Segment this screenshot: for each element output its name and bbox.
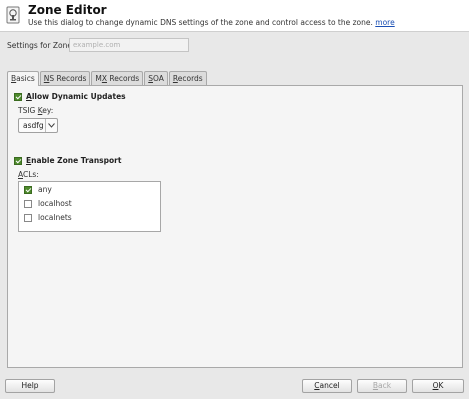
acl-item-localhost[interactable]: localhost [24, 199, 72, 208]
checkbox-icon [24, 185, 32, 194]
back-button[interactable]: Back [357, 379, 407, 393]
allow-dynamic-updates-checkbox[interactable]: Allow Dynamic Updates [14, 92, 126, 101]
help-button[interactable]: Help [5, 379, 55, 393]
checkbox-icon [14, 92, 22, 101]
allow-dynamic-updates-label: Allow Dynamic Updates [26, 92, 126, 101]
settings-for-zone-label: Settings for Zone [7, 41, 72, 50]
tab-soa[interactable]: SOA [144, 71, 168, 85]
cancel-button[interactable]: Cancel [302, 379, 352, 393]
tsig-key-value: asdfg [23, 121, 44, 130]
acl-item-any[interactable]: any [24, 185, 52, 194]
tsig-key-select[interactable]: asdfg [18, 118, 58, 133]
zone-name-input[interactable] [69, 38, 189, 52]
tab-basics[interactable]: Basics [7, 71, 39, 86]
tab-ns-records[interactable]: NS Records [39, 71, 91, 85]
tsig-key-label: TSIG Key: [18, 106, 54, 115]
checkbox-icon [24, 199, 32, 208]
enable-zone-transport-label: Enable Zone Transport [26, 156, 122, 165]
checkbox-icon [24, 213, 32, 222]
more-link[interactable]: more [375, 18, 394, 27]
tab-mx-records[interactable]: MX Records [91, 71, 144, 85]
tab-bar: Basics NS Records MX Records SOA Records [7, 71, 208, 86]
dns-zone-icon [6, 6, 20, 24]
acls-label: ACLs: [18, 170, 39, 179]
acl-item-localnets[interactable]: localnets [24, 213, 72, 222]
enable-zone-transport-checkbox[interactable]: Enable Zone Transport [14, 156, 121, 165]
checkbox-icon [14, 156, 22, 165]
dialog-header: Zone Editor Use this dialog to change dy… [0, 0, 469, 32]
ok-button[interactable]: OK [412, 379, 464, 393]
basics-panel: Allow Dynamic Updates TSIG Key: asdfg En… [7, 85, 463, 368]
dialog-title: Zone Editor [28, 3, 107, 17]
acl-list: any localhost localnets [18, 181, 161, 232]
chevron-down-icon [45, 119, 57, 132]
tab-records[interactable]: Records [168, 71, 207, 85]
dialog-description: Use this dialog to change dynamic DNS se… [28, 18, 395, 27]
description-text: Use this dialog to change dynamic DNS se… [28, 18, 373, 27]
